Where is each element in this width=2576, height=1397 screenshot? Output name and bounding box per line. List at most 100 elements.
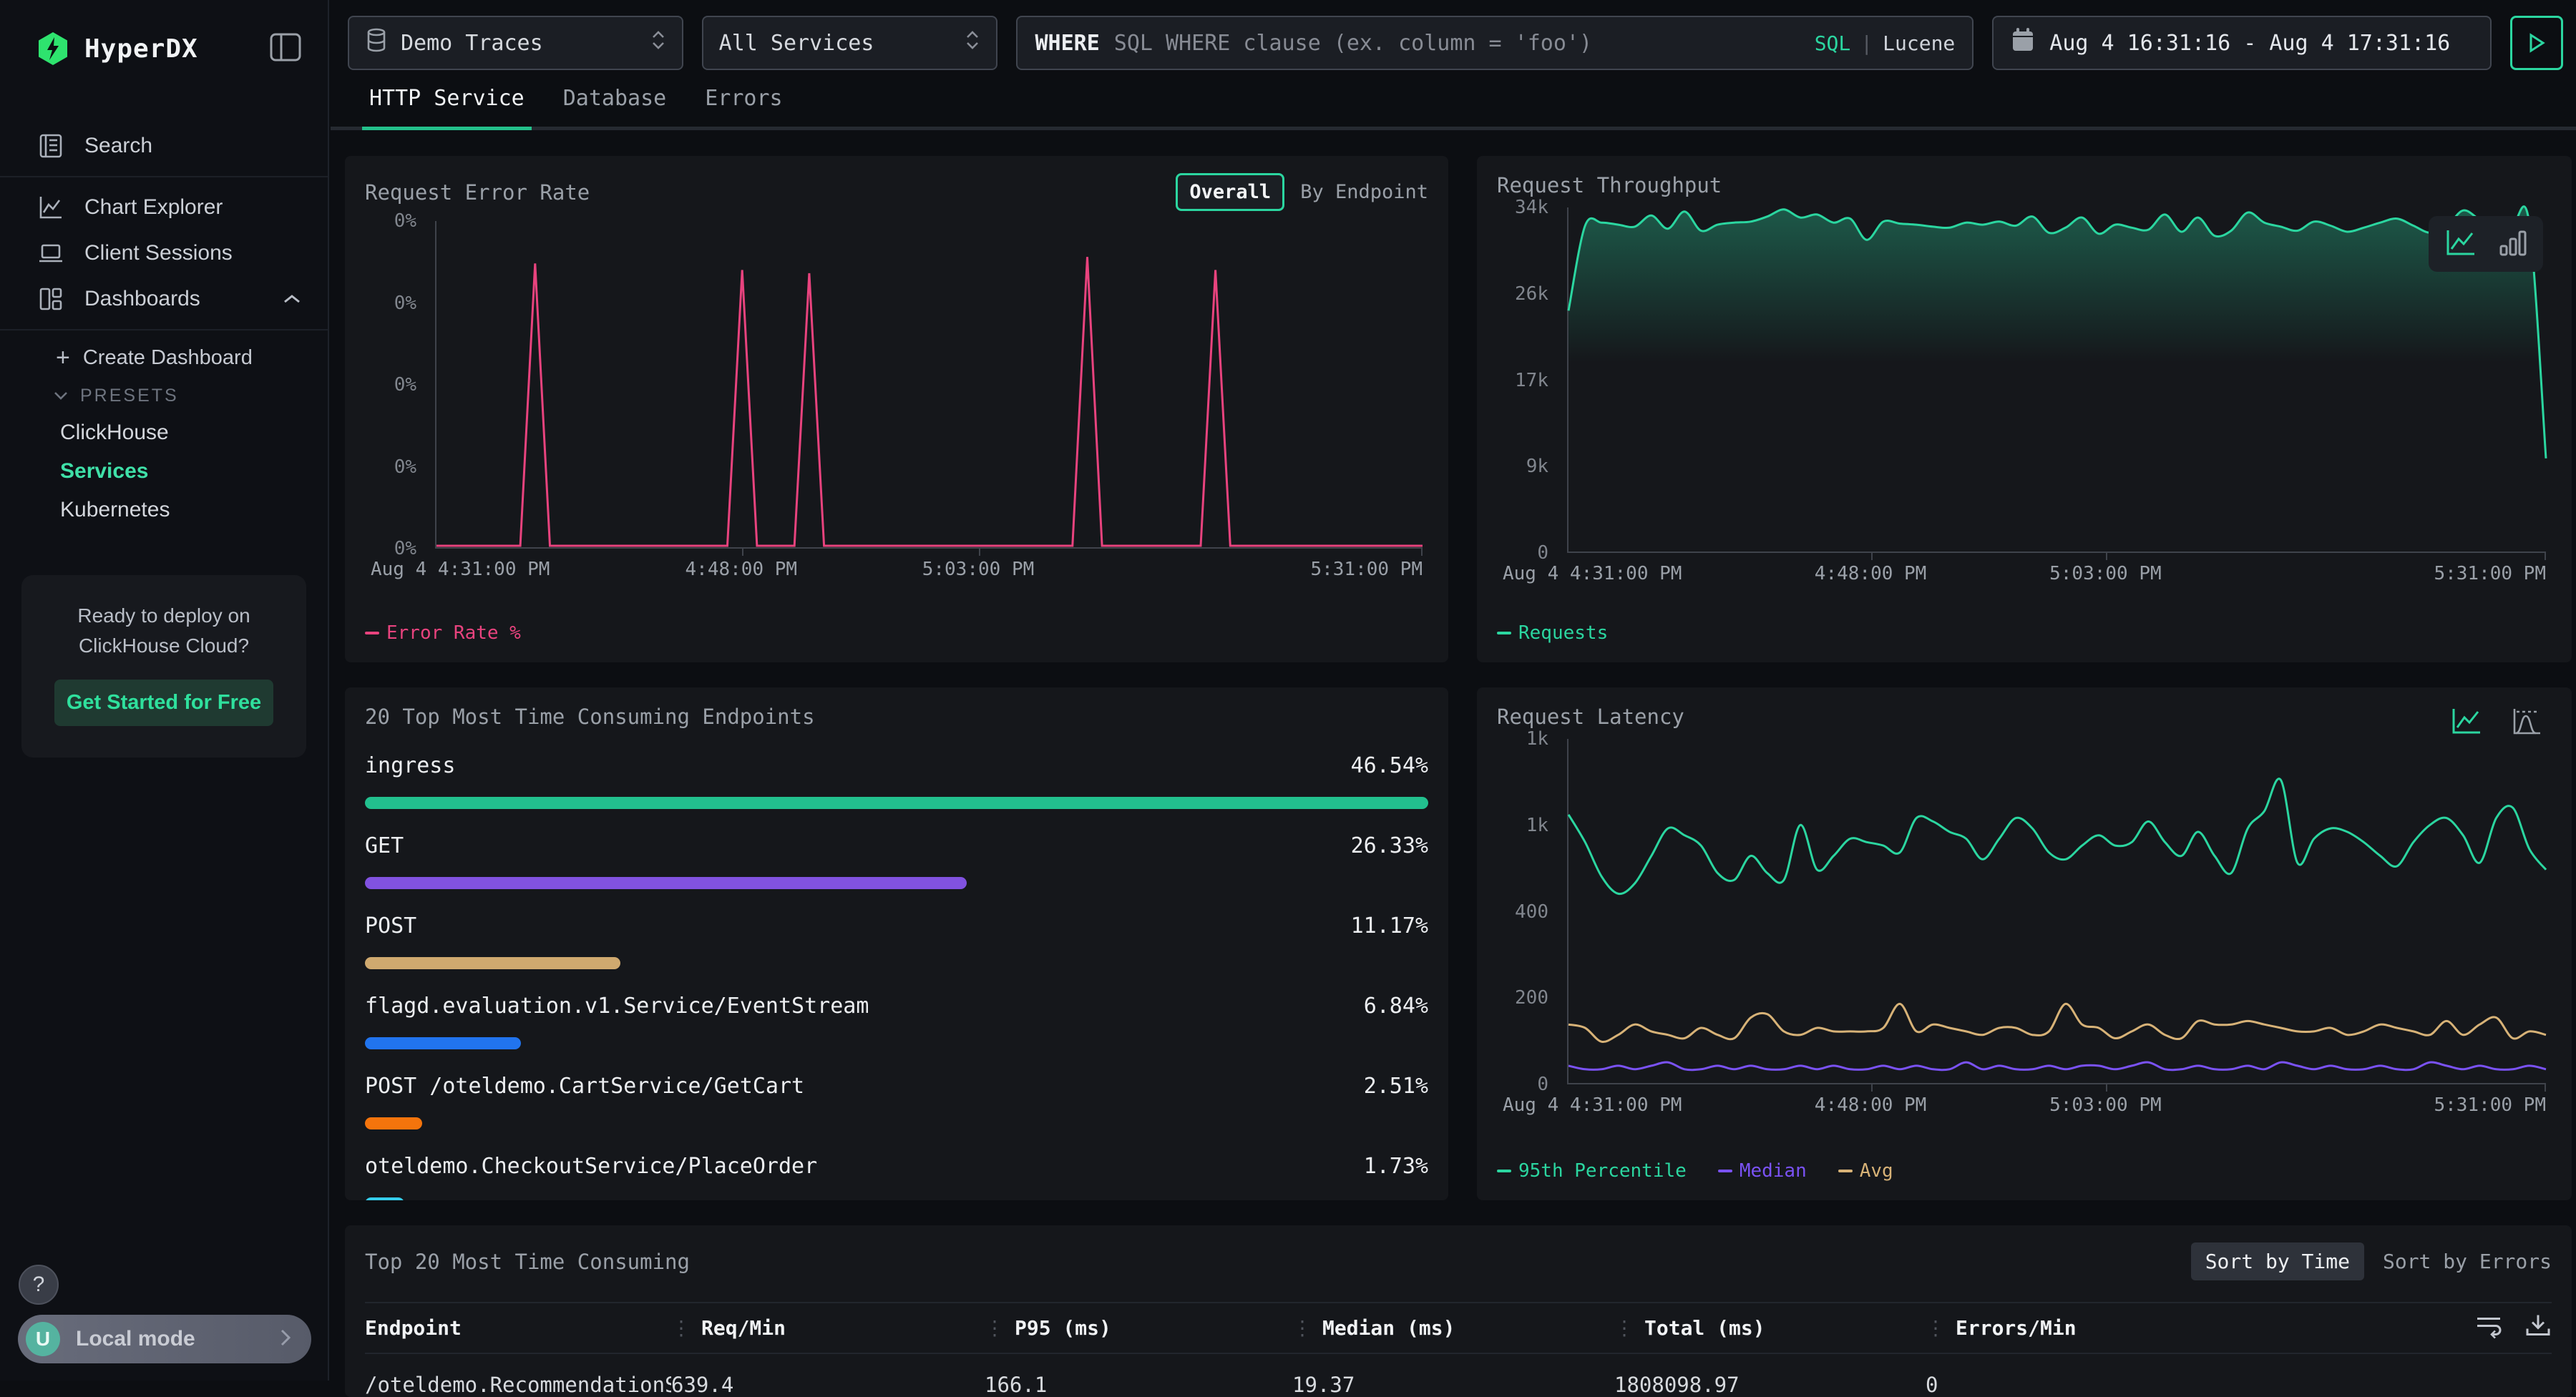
line-chart-icon[interactable] — [2444, 227, 2477, 260]
chevron-up-icon[interactable] — [282, 287, 302, 311]
lang-divider: | — [1860, 31, 1873, 55]
column-header-errors-min[interactable]: ⋮ Errors/Min — [1926, 1316, 2552, 1340]
top-time-consuming-table-card: Top 20 Most Time Consuming Sort by Time … — [345, 1225, 2572, 1397]
drag-handle-icon[interactable]: ⋮ — [1614, 1316, 1634, 1340]
dashboard-tabs: HTTP Service Database Errors — [331, 86, 2576, 130]
throughput-plot[interactable] — [1567, 207, 2546, 553]
data-source-select[interactable]: Demo Traces — [348, 16, 683, 70]
where-clause-input[interactable]: WHERE SQL WHERE clause (ex. column = 'fo… — [1016, 16, 1974, 70]
chart-type-switcher — [2429, 216, 2543, 272]
sidebar-item-clickhouse[interactable]: ClickHouse — [0, 413, 328, 452]
error-rate-plot[interactable] — [435, 221, 1423, 549]
sidebar-item-search[interactable]: Search — [0, 123, 328, 169]
run-query-button[interactable] — [2510, 16, 2563, 70]
time-range-picker[interactable]: Aug 4 16:31:16 - Aug 4 17:31:16 — [1992, 16, 2492, 70]
sidebar-collapse-icon[interactable] — [269, 32, 302, 66]
promo-text-line2: ClickHouse Cloud? — [36, 631, 292, 661]
overall-toggle-button[interactable]: Overall — [1176, 173, 1284, 211]
select-chevrons-icon — [947, 29, 980, 57]
request-throughput-card: Request Throughput 34k 26k — [1477, 156, 2572, 662]
column-header-endpoint[interactable]: Endpoint — [365, 1316, 671, 1340]
error-rate-view-toggle: Overall By Endpoint — [1176, 173, 1428, 211]
endpoint-value: 46.54% — [1351, 753, 1428, 778]
sidebar-item-kubernetes[interactable]: Kubernetes — [0, 491, 328, 529]
sidebar-item-client-sessions[interactable]: Client Sessions — [0, 230, 328, 276]
x-tick: 5:03:00 PM — [922, 559, 1035, 580]
endpoint-row[interactable]: POST /oteldemo.CartService/GetCart2.51% — [365, 1074, 1428, 1129]
column-header-req-min[interactable]: ⋮ Req/Min — [671, 1316, 985, 1340]
wrap-lines-icon[interactable] — [2474, 1313, 2503, 1343]
column-header-total[interactable]: ⋮ Total (ms) — [1614, 1316, 1926, 1340]
table-row[interactable]: /oteldemo.RecommendationServ 639.4 166.1… — [365, 1354, 2552, 1397]
column-label: P95 (ms) — [1015, 1316, 1111, 1340]
sidebar-item-dashboards[interactable]: Dashboards — [0, 276, 328, 322]
create-dashboard-button[interactable]: + Create Dashboard — [0, 338, 328, 378]
presets-toggle[interactable]: PRESETS — [0, 378, 328, 413]
by-endpoint-toggle-button[interactable]: By Endpoint — [1300, 181, 1428, 203]
sort-by-time-button[interactable]: Sort by Time — [2191, 1242, 2364, 1280]
y-tick: 34k — [1515, 197, 1548, 218]
endpoint-label: ingress — [365, 753, 455, 778]
topbar: Demo Traces All Services WHERE SQL WHERE… — [331, 0, 2576, 70]
sidebar-item-services[interactable]: Services — [0, 452, 328, 491]
error-rate-legend: Error Rate % — [365, 622, 521, 644]
card-title: Request Latency — [1497, 705, 1684, 729]
cell-errors-min: 0 — [1926, 1373, 2552, 1397]
endpoint-row[interactable]: POST11.17% — [365, 913, 1428, 969]
histogram-icon[interactable] — [2510, 706, 2543, 739]
create-dashboard-label: Create Dashboard — [83, 346, 253, 370]
x-tick: 5:03:00 PM — [2049, 563, 2162, 584]
help-button[interactable]: ? — [19, 1265, 59, 1305]
drag-handle-icon[interactable]: ⋮ — [671, 1316, 691, 1340]
service-select-value: All Services — [719, 31, 874, 56]
endpoint-bar — [365, 877, 967, 889]
sort-by-errors-button[interactable]: Sort by Errors — [2383, 1250, 2552, 1273]
sql-mode-button[interactable]: SQL — [1815, 31, 1851, 55]
line-chart-icon[interactable] — [2450, 706, 2483, 739]
endpoint-row[interactable]: ingress 46.54% — [365, 753, 1428, 809]
drag-handle-icon[interactable]: ⋮ — [1926, 1316, 1946, 1340]
latency-plot[interactable] — [1567, 739, 2546, 1084]
user-menu[interactable]: U Local mode — [18, 1315, 311, 1363]
drag-handle-icon[interactable]: ⋮ — [1292, 1316, 1312, 1340]
database-icon — [365, 27, 388, 59]
drag-handle-icon[interactable]: ⋮ — [985, 1316, 1005, 1340]
chart-explorer-icon — [37, 194, 64, 221]
y-tick: 0 — [1537, 1074, 1548, 1095]
chevron-right-icon — [278, 1328, 293, 1351]
tab-errors[interactable]: Errors — [698, 86, 789, 127]
card-title: 20 Top Most Time Consuming Endpoints — [365, 705, 815, 729]
service-select[interactable]: All Services — [702, 16, 998, 70]
tab-http-service[interactable]: HTTP Service — [362, 86, 532, 127]
endpoint-value: 6.84% — [1364, 994, 1428, 1019]
x-tick: Aug 4 4:31:00 PM — [371, 559, 550, 580]
sidebar-item-chart-explorer[interactable]: Chart Explorer — [0, 185, 328, 230]
table-sort-toggle: Sort by Time Sort by Errors — [2191, 1242, 2552, 1280]
column-header-median[interactable]: ⋮ Median (ms) — [1292, 1316, 1614, 1340]
x-tick: 4:48:00 PM — [1815, 563, 1927, 584]
get-started-button[interactable]: Get Started for Free — [54, 680, 273, 726]
sidebar-item-label: Chart Explorer — [84, 195, 223, 220]
legend-label: Avg — [1860, 1160, 1893, 1182]
table-title: Top 20 Most Time Consuming — [365, 1250, 690, 1274]
download-icon[interactable] — [2524, 1313, 2552, 1343]
legend-label: 95th Percentile — [1518, 1160, 1687, 1182]
avatar: U — [26, 1322, 60, 1356]
x-tick: Aug 4 4:31:00 PM — [1503, 563, 1682, 584]
user-mode-label: Local mode — [76, 1327, 195, 1351]
legend-label: Error Rate % — [386, 622, 521, 644]
endpoint-row[interactable]: GET26.33% — [365, 833, 1428, 889]
sidebar-item-label: Dashboards — [84, 287, 200, 311]
column-header-p95[interactable]: ⋮ P95 (ms) — [985, 1316, 1292, 1340]
endpoint-row[interactable]: flagd.evaluation.v1.Service/EventStream6… — [365, 994, 1428, 1049]
endpoint-bar — [365, 797, 1428, 809]
y-tick: 17k — [1515, 370, 1548, 391]
endpoint-bar — [365, 957, 620, 969]
endpoint-row[interactable]: oteldemo.CheckoutService/PlaceOrder1.73% — [365, 1154, 1428, 1200]
bar-chart-icon[interactable] — [2499, 227, 2527, 260]
endpoint-value: 26.33% — [1351, 833, 1428, 858]
lucene-mode-button[interactable]: Lucene — [1883, 31, 1955, 55]
sidebar: HyperDX Search Chart Explorer — [0, 0, 329, 1381]
error-rate-chart: 0% 0% 0% 0% 0% Aug 4 4:31:00 PM 4:48:00 … — [365, 221, 1428, 600]
tab-database[interactable]: Database — [556, 86, 674, 127]
